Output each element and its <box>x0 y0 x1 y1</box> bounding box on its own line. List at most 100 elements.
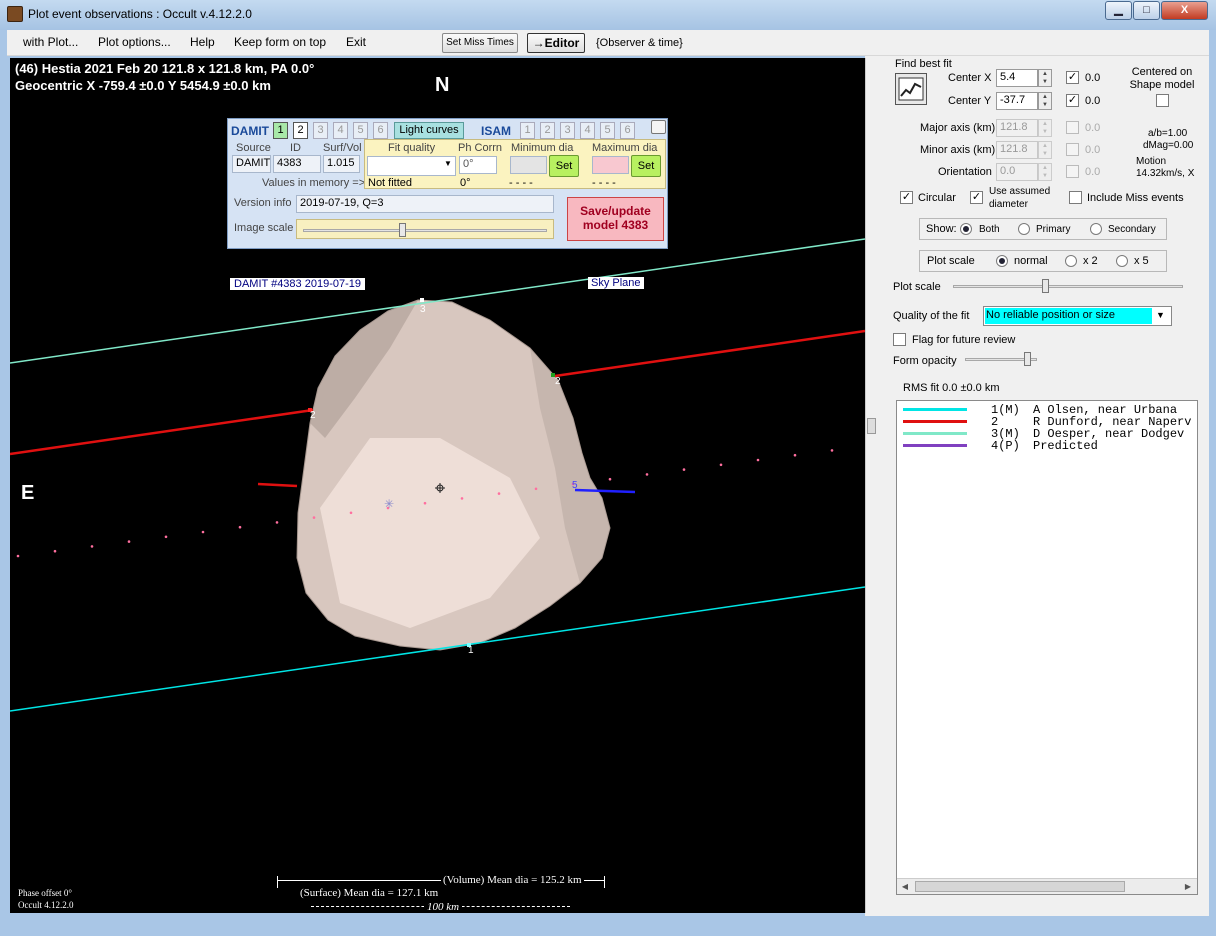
major-axis-input[interactable]: 121.8 <box>996 119 1038 137</box>
editor-button[interactable]: →Editor <box>527 33 585 53</box>
menu-keep-on-top[interactable]: Keep form on top <box>234 35 326 49</box>
image-scale-thumb[interactable] <box>399 223 406 237</box>
show-secondary-radio[interactable] <box>1090 223 1102 235</box>
minimize-button[interactable]: ▁ <box>1105 1 1132 20</box>
isam-tab-4[interactable]: 4 <box>580 122 595 139</box>
find-best-fit-button[interactable] <box>895 73 927 105</box>
menu-help[interactable]: Help <box>190 35 215 49</box>
plot-scale-group-label: Plot scale <box>927 255 975 267</box>
min-dia-value: - - - - <box>509 177 533 189</box>
save-update-model-button[interactable]: Save/update model 4383 <box>567 197 664 241</box>
isam-tab-1[interactable]: 1 <box>520 122 535 139</box>
include-miss-checkbox[interactable] <box>1069 191 1082 204</box>
damit-tab-2[interactable]: 2 <box>293 122 308 139</box>
show-primary-label: Primary <box>1036 224 1071 235</box>
panel-close-icon[interactable] <box>651 120 666 134</box>
track-dot <box>645 473 649 476</box>
major-axis-checkbox[interactable] <box>1066 121 1079 134</box>
set-max-dia-button[interactable]: Set <box>631 155 661 177</box>
damit-panel: DAMIT 1 2 3 4 5 6 Light curves ISAM 1 2 … <box>227 118 668 249</box>
center-x-checkbox[interactable]: ✓ <box>1066 71 1079 84</box>
plot-scale-track <box>953 285 1183 288</box>
plot-scroll-thumb[interactable] <box>867 418 876 434</box>
minor-axis-checkbox[interactable] <box>1066 143 1079 156</box>
track-dot <box>238 525 242 529</box>
observer-time-label: {Observer & time} <box>596 37 683 49</box>
orientation-checkbox[interactable] <box>1066 165 1079 178</box>
damit-tab-6[interactable]: 6 <box>373 122 388 139</box>
observer-color-swatch <box>903 444 967 447</box>
isam-tab-2[interactable]: 2 <box>540 122 555 139</box>
observer-row[interactable]: 2 R Dunford, near Naperv <box>897 416 1197 428</box>
orientation-input[interactable]: 0.0 <box>996 163 1038 181</box>
scroll-left-icon[interactable]: ◀ <box>898 880 912 893</box>
center-y-input[interactable]: -37.7 <box>996 92 1038 110</box>
isam-tab-6[interactable]: 6 <box>620 122 635 139</box>
chord-label-5: 5 <box>572 480 578 491</box>
version-label: Occult 4.12.2.0 <box>18 900 74 910</box>
major-axis-spinner[interactable]: ▲ ▼ <box>1038 119 1052 137</box>
menu-plot-options[interactable]: Plot options... <box>98 35 171 49</box>
set-min-dia-button[interactable]: Set <box>549 155 579 177</box>
image-scale-slider[interactable] <box>296 219 554 239</box>
close-button[interactable]: X <box>1161 1 1208 20</box>
use-assumed-checkbox[interactable]: ✓ <box>970 191 983 204</box>
predicted-center-icon: ✳ <box>384 497 394 511</box>
ph-corr-value: 0° <box>460 177 471 189</box>
track-dot <box>164 535 168 539</box>
form-opacity-thumb[interactable] <box>1024 352 1031 366</box>
scale-x5-radio[interactable] <box>1116 255 1128 267</box>
min-dia-input[interactable] <box>510 156 547 174</box>
scale-x2-radio[interactable] <box>1065 255 1077 267</box>
max-dia-input[interactable] <box>592 156 629 174</box>
show-primary-radio[interactable] <box>1018 223 1030 235</box>
track-dot <box>497 492 501 495</box>
orientation-spinner[interactable]: ▲ ▼ <box>1038 163 1052 181</box>
observer-list[interactable]: 1(M) A Olsen, near Urbana 2 R Dunford, near… <box>896 400 1198 895</box>
plot-vertical-scrollbar[interactable] <box>865 58 877 913</box>
menu-with-plot[interactable]: with Plot... <box>23 35 78 49</box>
plot-scale-slider[interactable] <box>953 278 1183 294</box>
damit-tab-3[interactable]: 3 <box>313 122 328 139</box>
center-x-spinner[interactable]: ▲ ▼ <box>1038 69 1052 87</box>
version-info-value: 2019-07-19, Q=3 <box>296 195 554 213</box>
form-opacity-slider[interactable] <box>965 351 1037 367</box>
menu-bar: with Plot... Plot options... Help Keep f… <box>7 30 1209 56</box>
fit-quality-value: Not fitted <box>368 177 413 189</box>
quality-dropdown[interactable]: No reliable position or size ▼ <box>983 306 1172 326</box>
center-y-checkbox[interactable]: ✓ <box>1066 94 1079 107</box>
scale-normal-radio[interactable] <box>996 255 1008 267</box>
light-curves-button[interactable]: Light curves <box>394 122 464 139</box>
center-y-spinner[interactable]: ▲ ▼ <box>1038 92 1052 110</box>
damit-tab-1[interactable]: 1 <box>273 122 288 139</box>
menu-exit[interactable]: Exit <box>346 35 366 49</box>
circular-checkbox[interactable]: ✓ <box>900 191 913 204</box>
center-x-input[interactable]: 5.4 <box>996 69 1038 87</box>
observer-row[interactable]: 3(M) D Oesper, near Dodgev <box>897 428 1197 440</box>
damit-tab-4[interactable]: 4 <box>333 122 348 139</box>
ph-corr-input[interactable]: 0° <box>459 156 497 174</box>
chord-label-2-left: 2 <box>310 410 316 421</box>
minor-axis-spinner[interactable]: ▲ ▼ <box>1038 141 1052 159</box>
damit-tab-5[interactable]: 5 <box>353 122 368 139</box>
chord-stub-red <box>257 482 298 488</box>
flag-review-checkbox[interactable] <box>893 333 906 346</box>
scroll-right-icon[interactable]: ▶ <box>1181 880 1195 893</box>
maximize-button[interactable]: □ <box>1133 1 1160 20</box>
fit-quality-dropdown-icon[interactable]: ▼ <box>444 159 452 168</box>
centered-on-checkbox[interactable] <box>1156 94 1169 107</box>
track-dot <box>719 463 723 467</box>
horizontal-scroll-thumb[interactable] <box>915 881 1125 892</box>
isam-tab-5[interactable]: 5 <box>600 122 615 139</box>
observer-row[interactable]: 1(M) A Olsen, near Urbana <box>897 404 1197 416</box>
isam-tab-3[interactable]: 3 <box>560 122 575 139</box>
set-miss-times-button[interactable]: Set Miss Times <box>442 33 518 53</box>
plot-scale-thumb[interactable] <box>1042 279 1049 293</box>
minor-axis-input[interactable]: 121.8 <box>996 141 1038 159</box>
horizontal-scrollbar[interactable]: ◀ ▶ <box>897 878 1197 894</box>
observer-row[interactable]: 4(P) Predicted <box>897 440 1197 452</box>
track-dot <box>127 540 131 543</box>
fit-quality-select[interactable] <box>367 156 456 176</box>
quality-label: Quality of the fit <box>893 310 970 322</box>
show-both-radio[interactable] <box>960 223 972 235</box>
